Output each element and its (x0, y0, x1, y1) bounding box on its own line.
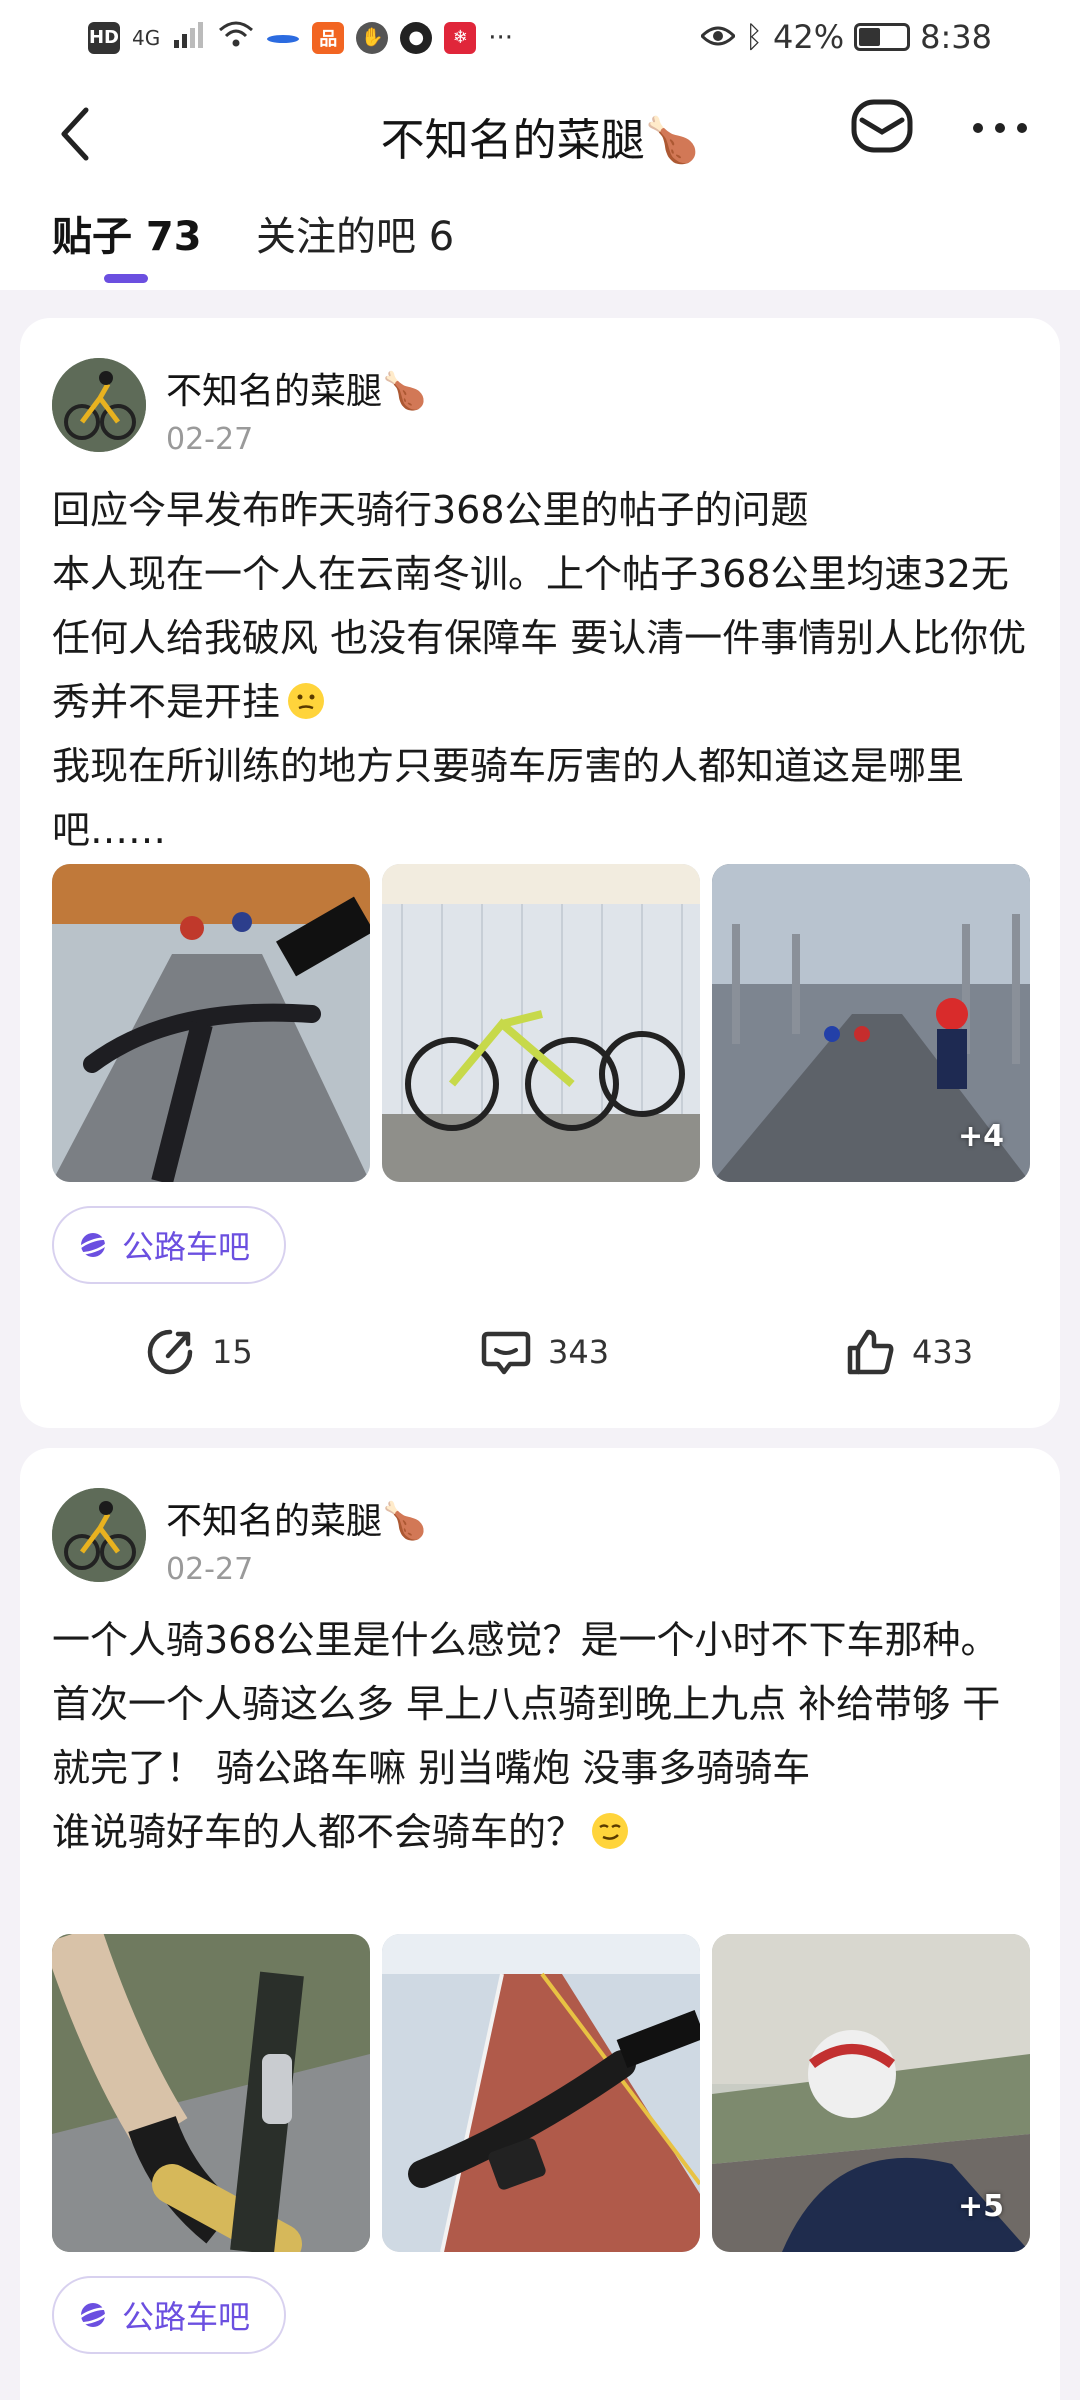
post-image[interactable] (52, 1934, 370, 2252)
post-card[interactable]: 不知名的菜腿🍗 02-27 一个人骑368公里是什么感觉？是一个小时不下车那种。… (20, 1448, 1060, 2400)
wifi-icon (218, 20, 254, 55)
battery-percent: 42% (773, 18, 845, 56)
active-tab-indicator (104, 274, 148, 283)
thinking-emoji-icon (288, 683, 325, 719)
share-icon (147, 1329, 193, 1375)
weibo-icon: ❄ (444, 21, 477, 54)
post-content[interactable]: 一个人骑368公里是什么感觉？是一个小时不下车那种。 首次一个人骑这么多 早上八… (52, 1608, 1032, 1864)
status-bar: HD 4G 品 ✋ ● ❄ ··· ᛒ 42% 8:38 (0, 0, 1080, 78)
forum-tag-label: 公路车吧 (122, 1228, 251, 1266)
comment-count: 343 (548, 1333, 610, 1371)
post-image[interactable]: +4 (712, 864, 1030, 1182)
bluetooth-icon: ᛒ (745, 19, 764, 55)
forum-planet-icon (76, 2303, 110, 2327)
forum-planet-icon (76, 1233, 110, 1257)
hd-indicator: HD (88, 21, 120, 54)
forum-tag[interactable]: 公路车吧 (52, 2276, 287, 2354)
more-icon (973, 123, 1027, 133)
post-content[interactable]: 回应今早发布昨天骑行368公里的帖子的问题 本人现在一个人在云南冬训。上个帖子3… (52, 478, 1032, 862)
smirk-emoji-icon (592, 1813, 629, 1849)
status-right: ᛒ 42% 8:38 (699, 18, 992, 56)
post-paragraph: 首次一个人骑这么多 早上八点骑到晚上九点 补给带够 干就完了！ 骑公路车嘛 别当… (52, 1682, 1001, 1790)
network-indicator: 4G (132, 25, 161, 50)
post-image[interactable] (382, 1934, 700, 2252)
page-title: 不知名的菜腿🍗 (380, 115, 700, 166)
hand-icon: ✋ (356, 21, 389, 54)
battery-icon (854, 23, 911, 51)
like-icon (847, 1329, 894, 1375)
post-image[interactable] (382, 864, 700, 1182)
more-options-button[interactable] (970, 98, 1030, 158)
top-app-bar: 不知名的菜腿🍗 (0, 78, 1080, 190)
more-images-count: +5 (957, 2189, 1004, 2224)
post-image[interactable]: +5 (712, 1934, 1030, 2252)
post-paragraph: 我现在所训练的地方只要骑车厉害的人都知道这是哪里吧…… (52, 744, 965, 852)
app-notification-icon: 品 (312, 21, 345, 54)
post-images: +4 (52, 864, 1030, 1182)
post-paragraph: 本人现在一个人在云南冬训。上个帖子368公里均速32无任何人给我破风 也没有保障… (52, 552, 1027, 724)
forum-tag-label: 公路车吧 (122, 2298, 251, 2336)
share-button[interactable]: 15 (144, 1326, 253, 1378)
more-images-count: +4 (957, 1119, 1004, 1154)
mail-icon (851, 99, 913, 153)
signal-icon (172, 20, 206, 55)
profile-tabs: 贴子 73 关注的吧 6 (0, 190, 1080, 290)
post-image[interactable] (52, 864, 370, 1182)
post-date: 02-27 (166, 422, 254, 457)
avatar[interactable] (52, 358, 146, 452)
post-images: +5 (52, 1934, 1030, 2252)
like-button[interactable]: 433 (844, 1326, 973, 1378)
post-date: 02-27 (166, 1552, 254, 1587)
more-notifications-icon: ··· (488, 22, 514, 53)
avatar[interactable] (52, 1488, 146, 1582)
post-author[interactable]: 不知名的菜腿🍗 (166, 362, 427, 414)
status-left: HD 4G 品 ✋ ● ❄ ··· (88, 20, 513, 55)
comment-button[interactable]: 343 (480, 1326, 609, 1378)
tab-posts[interactable]: 贴子 73 (52, 204, 202, 262)
forum-tag[interactable]: 公路车吧 (52, 1206, 287, 1284)
eye-icon (699, 18, 737, 56)
post-paragraph: 谁说骑好车的人都不会骑车的？ (52, 1800, 1032, 1864)
share-count: 15 (212, 1333, 253, 1371)
tab-followed-forums[interactable]: 关注的吧 6 (256, 204, 454, 262)
post-paragraph: 一个人骑368公里是什么感觉？是一个小时不下车那种。 (52, 1618, 999, 1662)
post-actions: 15 343 433 (20, 1326, 1060, 1396)
comment-icon (481, 1331, 531, 1375)
post-author[interactable]: 不知名的菜腿🍗 (166, 1492, 427, 1544)
post-card[interactable]: 不知名的菜腿🍗 02-27 回应今早发布昨天骑行368公里的帖子的问题 本人现在… (20, 318, 1060, 1428)
message-button[interactable] (850, 96, 914, 156)
like-count: 433 (912, 1333, 974, 1371)
app-notification-icon (266, 23, 300, 53)
clock: 8:38 (920, 18, 992, 56)
qq-icon: ● (400, 21, 433, 54)
post-paragraph: 回应今早发布昨天骑行368公里的帖子的问题 (52, 488, 809, 532)
